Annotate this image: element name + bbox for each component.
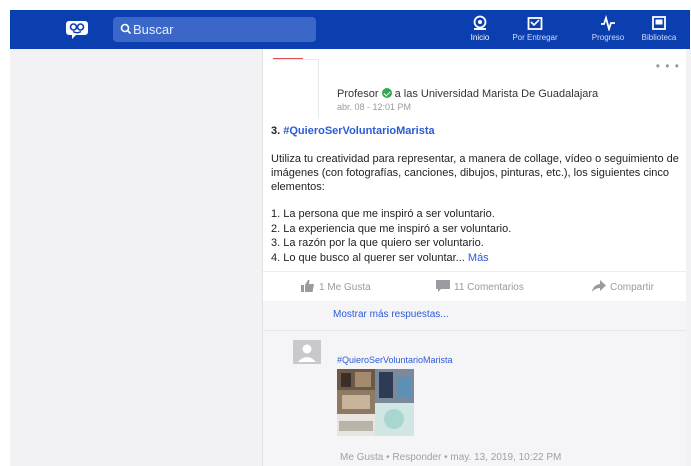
like-button[interactable]: 1 Me Gusta xyxy=(301,280,371,293)
search-placeholder: Buscar xyxy=(133,22,174,37)
search-icon xyxy=(120,23,132,35)
title-hashtag[interactable]: #QuieroSerVoluntarioMarista xyxy=(283,125,434,137)
divider xyxy=(263,330,686,331)
post-title: 3. #QuieroSerVoluntarioMarista xyxy=(271,125,435,137)
home-icon xyxy=(473,15,487,30)
search-input[interactable]: Buscar xyxy=(113,17,316,42)
post-card: • • • Profesor a las Universidad Marista … xyxy=(263,49,686,466)
collage-image xyxy=(337,369,414,436)
show-more-replies-link[interactable]: Mostrar más respuestas... xyxy=(333,309,449,320)
share-label: Compartir xyxy=(610,282,654,293)
comment-icon xyxy=(436,280,450,292)
share-icon xyxy=(592,280,606,292)
user-avatar-icon[interactable] xyxy=(293,340,321,364)
comments-button[interactable]: 11 Comentarios xyxy=(436,280,524,293)
attachment-collage[interactable] xyxy=(337,369,414,436)
replies-section: Mostrar más respuestas... #QuieroSerVolu… xyxy=(263,301,686,466)
left-sidebar xyxy=(10,49,262,466)
thumbs-up-icon xyxy=(301,280,314,292)
nav-progreso-label: Progreso xyxy=(591,33,625,42)
right-margin xyxy=(686,49,691,466)
inbox-icon xyxy=(527,17,543,30)
reply-hashtag[interactable]: #QuieroSerVoluntarioMarista xyxy=(337,355,453,365)
reply-meta: Me Gusta • Responder • may. 13, 2019, 10… xyxy=(340,452,562,463)
edmodo-logo-icon[interactable] xyxy=(66,19,88,39)
title-number: 3. xyxy=(271,125,281,137)
list-item-truncated: 4. Lo que busco al querer ser voluntar..… xyxy=(271,251,465,264)
author-role[interactable]: Profesor xyxy=(337,88,379,100)
verified-check-icon xyxy=(381,88,392,98)
post-list: 1. La persona que me inspiró a ser volun… xyxy=(271,207,511,265)
author-group[interactable]: a las Universidad Marista De Guadalajara xyxy=(395,88,599,100)
more-options-icon[interactable]: • • • xyxy=(656,59,680,73)
post-author: Profesor a las Universidad Marista De Gua… xyxy=(337,88,598,100)
nav-biblioteca[interactable]: Biblioteca xyxy=(629,15,689,42)
post-actions: 1 Me Gusta 11 Comentarios Compartir xyxy=(263,272,686,300)
post-timestamp: abr. 08 - 12:01 PM xyxy=(337,102,412,112)
more-link[interactable]: Más xyxy=(468,252,489,264)
library-icon xyxy=(652,16,666,30)
list-item: 1. La persona que me inspiró a ser volun… xyxy=(271,208,495,220)
list-item: 3. La razón por la que quiero ser volunt… xyxy=(271,237,484,249)
nav-por-entregar-label: Por Entregar xyxy=(512,33,558,42)
post-body: Utiliza tu creatividad para representar,… xyxy=(271,153,679,193)
nav-biblioteca-label: Biblioteca xyxy=(641,33,677,42)
like-label: 1 Me Gusta xyxy=(319,282,371,293)
nav-inicio[interactable]: Inicio xyxy=(450,15,510,42)
share-button[interactable]: Compartir xyxy=(592,280,654,293)
list-item: 2. La experiencia que me inspiró a ser v… xyxy=(271,222,512,235)
avatar[interactable] xyxy=(273,59,319,119)
top-navigation-bar: Buscar Inicio Por Entregar Progreso Bibl… xyxy=(10,10,690,49)
nav-inicio-label: Inicio xyxy=(470,33,490,42)
list-item: 4. Lo que busco al querer ser voluntar..… xyxy=(271,251,511,266)
nav-por-entregar[interactable]: Por Entregar xyxy=(505,15,565,42)
comments-label: 11 Comentarios xyxy=(454,282,524,293)
pulse-icon xyxy=(601,15,615,31)
